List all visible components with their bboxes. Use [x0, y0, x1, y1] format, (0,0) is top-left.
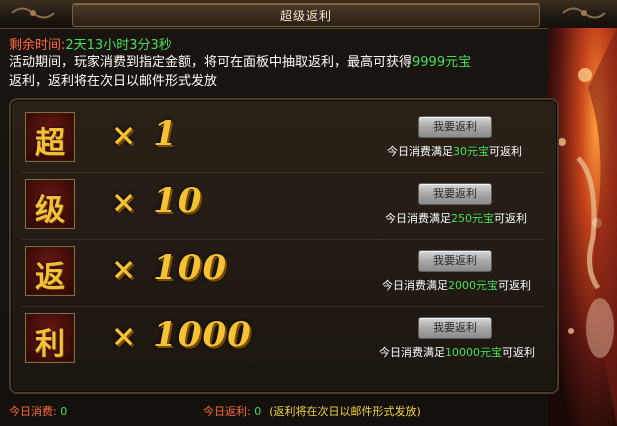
rebate-condition: 今日消费满足30元宝可返利	[387, 143, 522, 159]
condition-prefix: 今日消费满足	[385, 212, 451, 225]
multiply-icon: ×	[111, 252, 138, 287]
description-text-2: 返利，返利将在次日以邮件形式发放	[9, 74, 218, 89]
rebate-condition: 今日消费满足10000元宝可返利	[379, 344, 535, 360]
title-bar: 超级返利	[0, 0, 617, 29]
multiplier: × 1000	[111, 315, 252, 355]
countdown-value: 2天13小时3分3秒	[65, 38, 172, 53]
condition-prefix: 今日消费满足	[382, 279, 448, 292]
claim-rebate-button[interactable]: 我要返利	[418, 250, 492, 272]
multiplier: × 100	[111, 248, 227, 288]
ornament-icon	[11, 7, 55, 19]
condition-amount: 30元宝	[453, 145, 489, 158]
rebate-row: 级 × 10 我要返利 今日消费满足250元宝可返利	[21, 173, 545, 240]
today-spend-label: 今日消费:	[9, 405, 57, 418]
condition-suffix: 可返利	[502, 346, 535, 359]
multiplier-value: 1	[153, 114, 178, 154]
multiplier: × 1	[111, 114, 178, 154]
condition-amount: 10000元宝	[445, 346, 502, 359]
multiply-icon: ×	[111, 118, 138, 153]
mail-delivery-note: (返利将在次日以邮件形式发放)	[269, 405, 421, 418]
multiplier-value: 100	[153, 248, 228, 288]
condition-suffix: 可返利	[494, 212, 527, 225]
ornament-icon	[562, 7, 606, 19]
rebate-row: 返 × 100 我要返利 今日消费满足2000元宝可返利	[21, 240, 545, 307]
character-tile-text: 返	[35, 260, 65, 295]
title-tab: 超级返利	[72, 3, 540, 27]
condition-suffix: 可返利	[489, 145, 522, 158]
condition-amount: 250元宝	[451, 212, 494, 225]
window-title: 超级返利	[279, 9, 332, 23]
today-rebate: 今日返利: 0 (返利将在次日以邮件形式发放)	[203, 403, 421, 419]
character-tile: 返	[25, 246, 75, 296]
description-text: 活动期间，玩家消费到指定金额，将可在面板中抽取返利，最高可获得	[9, 55, 413, 70]
condition-prefix: 今日消费满足	[379, 346, 445, 359]
condition-suffix: 可返利	[498, 279, 531, 292]
today-rebate-value: 0	[254, 405, 262, 418]
claim-rebate-button[interactable]: 我要返利	[418, 116, 492, 138]
countdown-label: 剩余时间:	[9, 38, 66, 53]
multiplier-value: 1000	[153, 315, 252, 355]
max-rebate-amount: 9999元宝	[412, 55, 472, 70]
event-description: 活动期间，玩家消费到指定金额，将可在面板中抽取返利，最高可获得9999元宝 返利…	[9, 53, 549, 91]
character-tile: 利	[25, 313, 75, 363]
condition-amount: 2000元宝	[448, 279, 498, 292]
countdown: 剩余时间:2天13小时3分3秒	[9, 34, 172, 53]
multiplier-value: 10	[153, 181, 203, 221]
multiply-icon: ×	[111, 319, 138, 354]
rebate-panel: 超 × 1 我要返利 今日消费满足30元宝可返利 级 × 10 我要返利 今日消费满…	[9, 98, 559, 394]
rebate-row: 超 × 1 我要返利 今日消费满足30元宝可返利	[21, 106, 545, 173]
character-tile-text: 级	[35, 193, 65, 228]
character-tile: 超	[25, 112, 75, 162]
rebate-condition: 今日消费满足250元宝可返利	[385, 210, 527, 226]
rebate-condition: 今日消费满足2000元宝可返利	[382, 277, 531, 293]
today-rebate-label: 今日返利:	[203, 405, 251, 418]
today-spend: 今日消费: 0	[9, 403, 67, 419]
today-spend-value: 0	[60, 405, 68, 418]
condition-prefix: 今日消费满足	[387, 145, 453, 158]
super-rebate-window: 超级返利 剩余时间:2天13小时3分3秒 活动期间，玩家消费到指定金额，将可在面…	[0, 0, 617, 426]
multiplier: × 10	[111, 181, 202, 221]
status-footer: 今日消费: 0 今日返利: 0 (返利将在次日以邮件形式发放)	[0, 398, 548, 426]
multiply-icon: ×	[111, 185, 138, 220]
character-tile-text: 超	[35, 126, 65, 161]
claim-rebate-button[interactable]: 我要返利	[418, 183, 492, 205]
claim-rebate-button[interactable]: 我要返利	[418, 317, 492, 339]
rebate-row: 利 × 1000 我要返利 今日消费满足10000元宝可返利	[21, 307, 545, 373]
character-tile: 级	[25, 179, 75, 229]
character-tile-text: 利	[35, 327, 65, 362]
